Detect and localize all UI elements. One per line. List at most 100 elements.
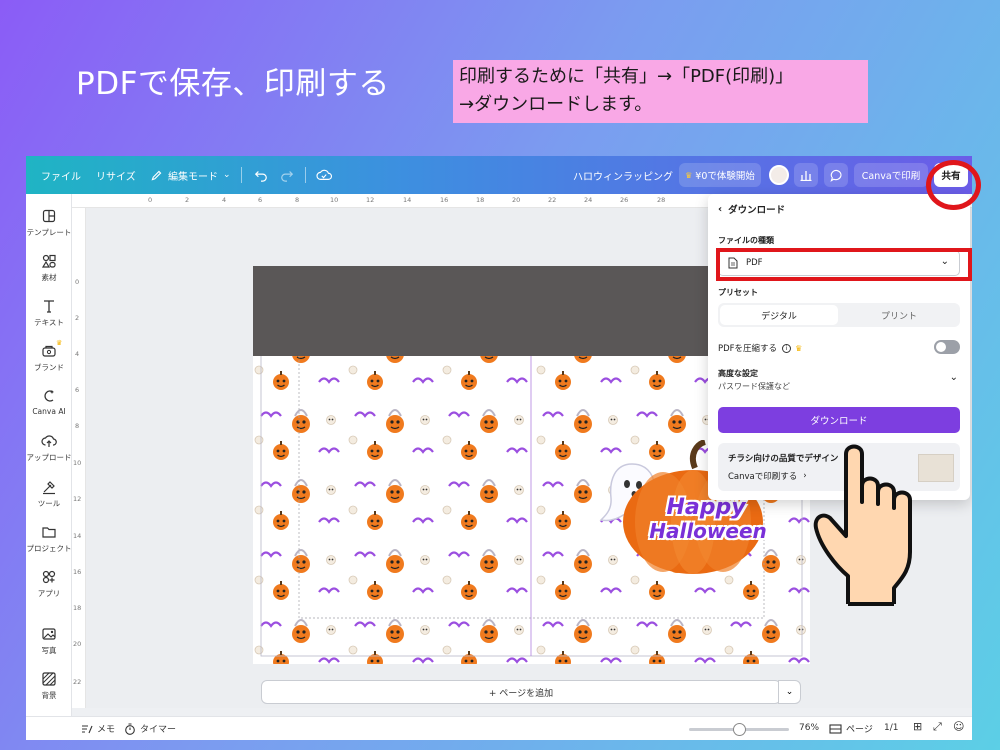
notes-button[interactable]: メモ [81,722,115,735]
chevron-down-icon: ⌄ [223,170,231,180]
undo-icon [254,171,267,182]
zoom-level[interactable]: 76% [799,723,819,733]
ruler-tick-label: 2 [185,196,190,204]
ruler-tick-label: 20 [73,640,82,648]
panel-back-button[interactable]: ‹ ダウンロード [718,202,786,217]
promo-link[interactable]: Canvaで印刷する › [728,470,807,482]
sidebar-item-projects[interactable]: プロジェクト [26,524,72,554]
ruler-tick-label: 18 [73,604,82,612]
crown-icon: ♛ [56,339,63,347]
advanced-settings-subtitle: パスワード保護など [718,382,790,391]
insights-button[interactable] [794,163,818,187]
sidebar-item-label: ブランド [34,363,64,372]
ruler-tick-label: 20 [512,196,521,204]
compress-pdf-label: PDFを圧縮する [718,344,778,354]
sidebar-item-label: アプリ [37,589,61,598]
share-highlight-circle [926,160,981,210]
fullscreen-icon[interactable]: ⤢ [933,720,942,734]
sidebar-item-label: アップロード [26,453,72,462]
ruler-tick-label: 0 [148,196,153,204]
file-type-highlight-box [716,248,972,281]
sidebar-item-photos[interactable]: 写真 [26,626,72,656]
ruler-tick-label: 2 [75,314,80,322]
sidebar-item-label: プロジェクト [26,544,72,553]
ruler-tick-label: 12 [366,196,375,204]
ruler-tick-label: 4 [222,196,227,204]
redo-icon [281,171,294,182]
ruler-tick-label: 10 [73,459,82,467]
ruler-tick-label: 14 [403,196,412,204]
toggle-knob [936,342,946,352]
help-assistant-icon[interactable]: ☺ [953,720,964,733]
pages-button[interactable]: ページ [829,722,873,735]
ruler-tick-label: 8 [295,196,300,204]
sidebar-item-templates[interactable]: テンプレート [26,208,72,238]
timer-label: タイマー [140,725,177,735]
slide-title: PDFで保存、印刷する [76,66,390,102]
sidebar-item-tools[interactable]: ツール [26,479,72,509]
zoom-slider-handle[interactable] [733,723,747,736]
add-page-button[interactable]: + ページを追加 [261,680,781,704]
ruler-tick-label: 22 [73,678,82,686]
ruler-tick-label: 12 [73,495,82,503]
preset-print-tab[interactable]: プリント [840,305,958,325]
tools-icon [43,481,55,495]
pages-label: ページ [846,725,873,735]
sidebar-item-apps[interactable]: アプリ [26,569,72,599]
ruler-tick-label: 18 [476,196,485,204]
sidebar-item-label: 背景 [41,691,57,700]
top-bar: ファイル リサイズ 編集モード ⌄ ハロウィンラッピング ♛ ¥0で体験開始 C… [26,156,972,194]
compress-pdf-toggle[interactable] [934,340,960,354]
document-title[interactable]: ハロウィンラッピング [573,156,673,194]
ruler-tick-label: 6 [258,196,263,204]
sidebar-item-canva-ai[interactable]: Canva AI [26,388,72,416]
ruler-tick-label: 24 [584,196,593,204]
callout-line-2: →ダウンロードします。 [459,94,653,115]
zoom-slider[interactable] [689,723,789,736]
add-page-options-button[interactable]: ⌄ [778,680,801,704]
undo-button[interactable] [254,156,268,194]
canva-print-button[interactable]: Canvaで印刷 [854,163,928,187]
redo-button[interactable] [280,156,294,194]
brand-icon [42,345,56,357]
sidebar-item-background[interactable]: 背景 [26,671,72,701]
sidebar-item-label: Canva AI [32,407,66,416]
sidebar-item-elements[interactable]: 素材 [26,253,72,283]
resize-menu[interactable]: リサイズ [96,156,136,194]
sidebar-item-label: テンプレート [26,228,72,237]
photo-icon [42,628,56,640]
instruction-callout: 印刷するために「共有」→「PDF(印刷)」 →ダウンロードします。 [453,60,868,123]
preset-digital-tab[interactable]: デジタル [720,305,838,325]
sidebar-item-text[interactable]: テキスト [26,298,72,328]
timer-button[interactable]: タイマー [124,722,176,735]
crown-icon: ♛ [795,343,803,353]
comments-button[interactable] [824,163,848,187]
panel-title: ダウンロード [728,205,786,216]
advanced-settings-row[interactable]: 高度な設定 パスワード保護など ⌄ [718,368,960,394]
file-menu[interactable]: ファイル [41,156,81,194]
crown-icon: ♛ [685,170,693,180]
left-sidebar: テンプレート 素材 テキスト ♛ ブランド Canva AI アップロード ツー… [26,194,72,740]
edit-mode-menu[interactable]: 編集モード ⌄ [150,156,231,194]
info-icon[interactable]: i [782,343,792,353]
grid-view-icon[interactable]: ⊞ [913,720,922,733]
pages-icon [829,723,842,734]
elements-icon [41,254,56,268]
background-icon [42,672,56,686]
cloud-sync-button[interactable] [316,156,332,194]
halloween-text: Halloween [649,519,767,543]
free-trial-label: ¥0で体験開始 [695,171,755,182]
ruler-tick-label: 4 [75,350,80,358]
ruler-tick-label: 26 [620,196,629,204]
advanced-settings-label: 高度な設定 [718,369,758,378]
preset-label: プリセット [718,288,758,297]
page-counter: 1/1 [884,723,899,733]
sidebar-item-uploads[interactable]: アップロード [26,433,72,463]
sidebar-item-brand[interactable]: ♛ ブランド [26,339,72,373]
free-trial-button[interactable]: ♛ ¥0で体験開始 [679,163,761,187]
bar-chart-icon [800,171,812,181]
ruler-tick-label: 10 [330,196,339,204]
ruler-tick-label: 28 [657,196,666,204]
ruler-tick-label: 6 [75,386,80,394]
avatar[interactable] [769,156,789,194]
